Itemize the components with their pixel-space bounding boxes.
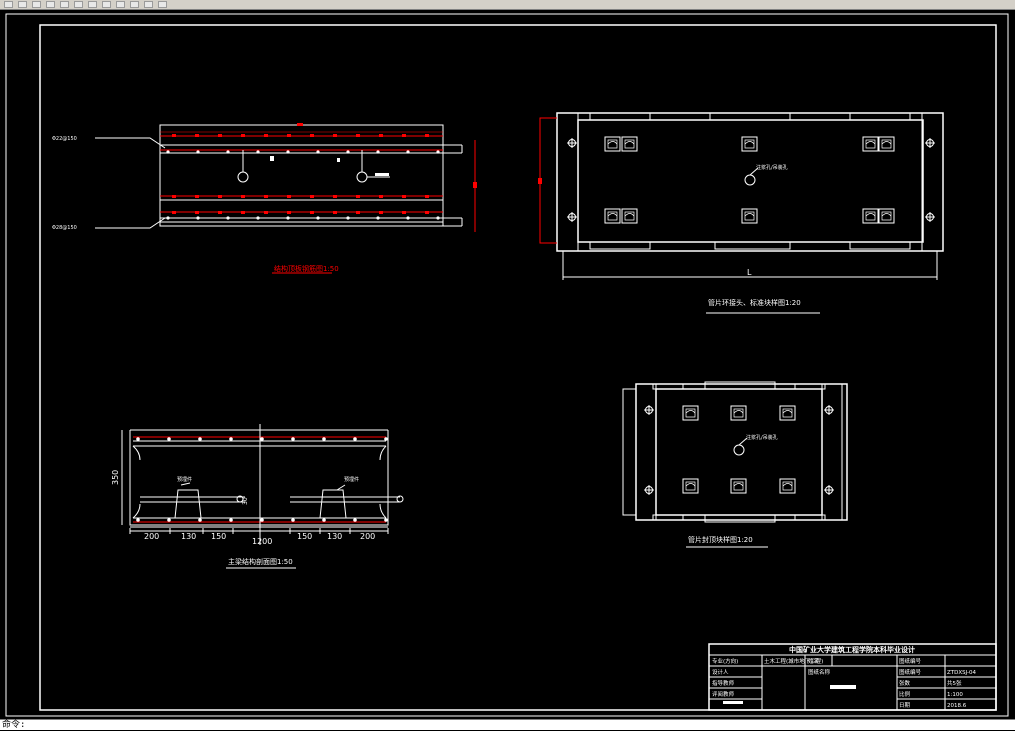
drawing-canvas[interactable]: Φ22@150 Φ28@150 结构顶板钢筋图1:50 注浆孔/吊装孔 L 管片… — [0, 10, 1015, 719]
slab-label-lower: Φ28@150 — [52, 225, 77, 231]
title-block-header: 中国矿业大学建筑工程学院本科毕业设计 — [789, 645, 915, 654]
joint-detail-title: 管片环接头、标准块样图1:20 — [708, 298, 801, 307]
print-icon[interactable] — [46, 1, 55, 8]
title-block-cell-3-5: 1:100 — [947, 692, 963, 698]
toolbar — [0, 0, 1015, 10]
zoom-icon[interactable] — [130, 1, 139, 8]
beam-section: 预埋件 预埋件 350 30 200 130 150 1200 150 130 200 主梁… — [111, 424, 404, 569]
paste-icon[interactable] — [88, 1, 97, 8]
title-block-cell-0-2: 姓名 — [808, 657, 819, 665]
title-block-cell-0-4: 图纸编号 — [899, 657, 922, 665]
section-dim-6: 200 — [360, 532, 375, 541]
layer-icon[interactable] — [144, 1, 153, 8]
title-block-cell-2-5: 共5张 — [947, 679, 962, 687]
joint-center-label: 注浆孔/吊装孔 — [756, 164, 788, 171]
open-icon[interactable] — [18, 1, 27, 8]
title-block-cell-1-4: 图纸编号 — [899, 668, 922, 676]
title-block-cell-4-5: 2018.6 — [947, 703, 967, 709]
title-block-cell-1-5: ZTDXSJ-04 — [947, 670, 977, 676]
title-block-cell-4-4: 日期 — [899, 702, 911, 709]
top-slab-plan: Φ22@150 Φ28@150 结构顶板钢筋图1:50 — [52, 123, 477, 274]
section-inner-dim: 30 — [242, 497, 249, 505]
title-block-cell-1-2: 图纸名称 — [808, 668, 831, 676]
title-block: 中国矿业大学建筑工程学院本科毕业设计 专业(方向) 土木工程(城市地下工程)姓名图… — [708, 643, 997, 711]
command-line[interactable]: 命令: — [0, 719, 1015, 730]
section-left-label: 预埋件 — [177, 476, 192, 483]
section-height-dim: 350 — [111, 470, 120, 485]
cap-segment-detail: 注浆孔/吊装孔 管片封顶块样图1:20 — [622, 381, 848, 548]
title-block-cell-2-4: 张数 — [899, 679, 911, 687]
section-right-label: 预埋件 — [344, 476, 359, 483]
new-icon[interactable] — [4, 1, 13, 8]
properties-icon[interactable] — [158, 1, 167, 8]
cap-center-label: 注浆孔/吊装孔 — [746, 434, 778, 441]
cut-icon[interactable] — [60, 1, 69, 8]
command-prompt: 命令: — [2, 720, 26, 730]
section-dim-4: 150 — [297, 532, 312, 541]
title-block-cell-3-0: 评阅教师 — [712, 690, 735, 698]
section-dim-0: 200 — [144, 532, 159, 541]
section-dim-2: 150 — [211, 532, 226, 541]
cad-drawing: Φ22@150 Φ28@150 结构顶板钢筋图1:50 注浆孔/吊装孔 L 管片… — [5, 13, 1009, 717]
sheet-inner-border — [39, 24, 997, 711]
copy-icon[interactable] — [74, 1, 83, 8]
top-slab-plan-title: 结构顶板钢筋图1:50 — [274, 264, 339, 273]
section-dim-5: 130 — [327, 532, 342, 541]
title-block-cell-3-4: 比例 — [899, 690, 911, 698]
section-dim-3: 1200 — [252, 537, 272, 546]
slab-label-upper: Φ22@150 — [52, 136, 77, 142]
title-block-cell-1-0: 设计人 — [712, 668, 729, 676]
undo-icon[interactable] — [102, 1, 111, 8]
section-dim-1: 130 — [181, 532, 196, 541]
title-block-cell-2-0: 指导教师 — [712, 679, 735, 687]
cap-detail-title: 管片封顶块样图1:20 — [688, 535, 753, 544]
joint-dim-L: L — [747, 268, 752, 277]
title-block-cell-0-0: 专业(方向) — [712, 657, 738, 665]
segment-joint-detail: 注浆孔/吊装孔 L 管片环接头、标准块样图1:20 — [538, 112, 944, 314]
section-title: 主梁结构剖面图1:50 — [228, 557, 293, 566]
save-icon[interactable] — [32, 1, 41, 8]
redo-icon[interactable] — [116, 1, 125, 8]
